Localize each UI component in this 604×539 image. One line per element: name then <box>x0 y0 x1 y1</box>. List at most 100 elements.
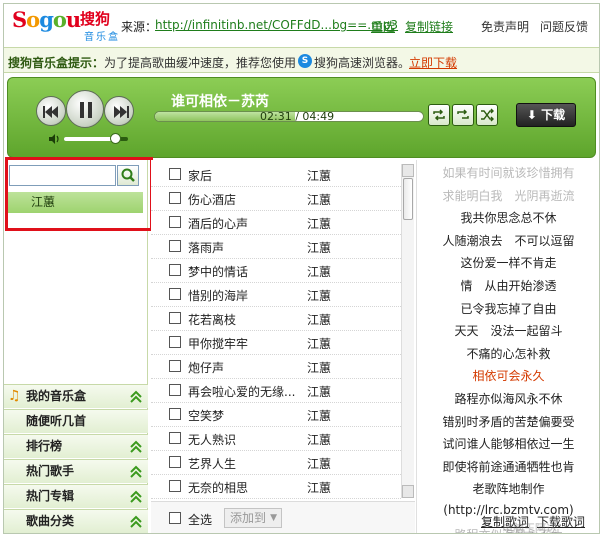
song-artist[interactable]: 江蕙 <box>307 335 331 352</box>
song-artist[interactable]: 江蕙 <box>307 455 331 472</box>
song-row[interactable]: 无奈的相思 江蕙 <box>151 475 401 499</box>
category-item[interactable]: ♫ 我的音乐盒 <box>4 384 148 408</box>
double-chevron-up-icon[interactable] <box>130 514 142 533</box>
song-title[interactable]: 无奈的相思 <box>188 479 296 496</box>
lyric-line: 老歌阵地制作 <box>472 482 545 497</box>
copy-link-link[interactable]: 复制链接 <box>405 18 453 35</box>
song-title[interactable]: 伤心酒店 <box>188 191 296 208</box>
scroll-down-arrow-icon[interactable] <box>402 485 414 498</box>
song-title[interactable]: 空笑梦 <box>188 407 296 424</box>
category-item[interactable]: 热门歌手 <box>4 459 148 483</box>
retry-link[interactable]: 重选 <box>371 18 395 35</box>
song-checkbox[interactable] <box>169 240 181 252</box>
song-title[interactable]: 梦中的情话 <box>188 263 296 280</box>
song-checkbox[interactable] <box>169 432 181 444</box>
select-all-checkbox[interactable] <box>169 512 181 524</box>
song-checkbox[interactable] <box>169 456 181 468</box>
song-checkbox[interactable] <box>169 312 181 324</box>
song-row[interactable]: 惜别的海岸 江蕙 <box>151 283 401 307</box>
song-checkbox[interactable] <box>169 480 181 492</box>
song-title[interactable]: 再会啦心爱的无缘... <box>188 383 296 400</box>
song-artist[interactable]: 江蕙 <box>307 263 331 280</box>
song-row[interactable]: 再会啦心爱的无缘... 江蕙 <box>151 379 401 403</box>
song-checkbox[interactable] <box>169 408 181 420</box>
shuffle-button[interactable] <box>476 104 498 126</box>
notice-title: 搜狗音乐盒提示： <box>8 56 105 70</box>
notice-text: 为了提高歌曲缓冲速度，推荐您使用 <box>104 56 297 70</box>
song-checkbox[interactable] <box>169 360 181 372</box>
song-checkbox[interactable] <box>169 192 181 204</box>
double-chevron-up-icon[interactable] <box>130 439 142 461</box>
song-title[interactable]: 艺界人生 <box>188 455 296 472</box>
add-to-dropdown[interactable]: 添加到 ▼ <box>224 508 282 528</box>
song-title[interactable]: 无人熟识 <box>188 431 296 448</box>
song-checkbox[interactable] <box>169 336 181 348</box>
song-row[interactable]: 炮仔声 江蕙 <box>151 355 401 379</box>
scroll-up-arrow-icon[interactable] <box>402 164 414 177</box>
song-checkbox[interactable] <box>169 168 181 180</box>
song-artist[interactable]: 江蕙 <box>307 287 331 304</box>
volume-knob[interactable] <box>110 133 122 144</box>
category-label: 热门专辑 <box>26 489 75 503</box>
download-label: 下载 <box>541 108 566 122</box>
song-row[interactable]: 梦中的情话 江蕙 <box>151 259 401 283</box>
song-title[interactable]: 炮仔声 <box>188 359 296 376</box>
next-button[interactable] <box>104 96 134 126</box>
disclaimer-link[interactable]: 免责声明 <box>481 18 529 35</box>
logo-letter: g <box>39 7 54 32</box>
song-row[interactable]: 空笑梦 江蕙 <box>151 403 401 427</box>
source-url-link[interactable]: http://infinitinb.net/COFFdD...bg==.mp3 <box>155 18 398 32</box>
song-title[interactable]: 甲你搅牢牢 <box>188 335 296 352</box>
song-list-scrollbar[interactable] <box>401 164 414 498</box>
category-item[interactable]: 排行榜 <box>4 434 148 458</box>
song-artist[interactable]: 江蕙 <box>307 239 331 256</box>
lyric-line: 路程亦似海风永不休 <box>454 392 563 406</box>
song-checkbox[interactable] <box>169 216 181 228</box>
category-item[interactable]: 随便听几首 <box>4 409 148 433</box>
category-label: 热门歌手 <box>26 464 75 478</box>
song-row[interactable]: 伤心酒店 江蕙 <box>151 187 401 211</box>
song-checkbox[interactable] <box>169 264 181 276</box>
download-now-link[interactable]: 立即下载 <box>409 54 457 71</box>
volume-icon[interactable] <box>48 133 60 145</box>
song-artist[interactable]: 江蕙 <box>307 431 331 448</box>
song-list: 家后 江蕙 伤心酒店 江蕙 酒后的心声 江蕙 落雨声 江蕙 梦中的情话 江蕙 惜别的海岸 江蕙 花若离枝… <box>151 160 415 500</box>
song-checkbox[interactable] <box>169 384 181 396</box>
scroll-thumb[interactable] <box>403 178 413 220</box>
double-chevron-up-icon[interactable] <box>130 389 142 411</box>
song-artist[interactable]: 江蕙 <box>307 191 331 208</box>
repeat-all-button[interactable] <box>428 104 450 126</box>
double-chevron-up-icon[interactable] <box>130 464 142 486</box>
song-artist[interactable]: 江蕙 <box>307 167 331 184</box>
song-title[interactable]: 花若离枝 <box>188 311 296 328</box>
song-title[interactable]: 落雨声 <box>188 239 296 256</box>
song-artist[interactable]: 江蕙 <box>307 407 331 424</box>
previous-button[interactable] <box>36 96 66 126</box>
song-title[interactable]: 惜别的海岸 <box>188 287 296 304</box>
song-row[interactable]: 落雨声 江蕙 <box>151 235 401 259</box>
song-title[interactable]: 酒后的心声 <box>188 215 296 232</box>
song-row[interactable]: 家后 江蕙 <box>151 163 401 187</box>
download-button[interactable]: ⬇ 下载 <box>516 103 576 127</box>
song-artist[interactable]: 江蕙 <box>307 359 331 376</box>
song-row[interactable]: 艺界人生 江蕙 <box>151 451 401 475</box>
pause-button[interactable] <box>66 90 104 128</box>
song-row[interactable]: 甲你搅牢牢 江蕙 <box>151 331 401 355</box>
song-row[interactable]: 花若离枝 江蕙 <box>151 307 401 331</box>
song-artist[interactable]: 江蕙 <box>307 383 331 400</box>
feedback-link[interactable]: 问题反馈 <box>540 18 588 35</box>
song-title[interactable]: 家后 <box>188 167 296 184</box>
song-artist[interactable]: 江蕙 <box>307 479 331 496</box>
song-row[interactable]: 酒后的心声 江蕙 <box>151 211 401 235</box>
song-artist[interactable]: 江蕙 <box>307 215 331 232</box>
repeat-one-button[interactable] <box>452 104 474 126</box>
category-item[interactable]: 热门专辑 <box>4 484 148 508</box>
logo-subtitle: 音乐盒 <box>84 32 120 43</box>
song-row[interactable]: 无人熟识 江蕙 <box>151 427 401 451</box>
volume-slider[interactable] <box>64 133 128 144</box>
song-artist[interactable]: 江蕙 <box>307 311 331 328</box>
double-chevron-up-icon[interactable] <box>130 489 142 511</box>
song-checkbox[interactable] <box>169 288 181 300</box>
category-item[interactable]: 歌曲分类 <box>4 509 148 533</box>
select-all-label: 全选 <box>188 513 213 527</box>
